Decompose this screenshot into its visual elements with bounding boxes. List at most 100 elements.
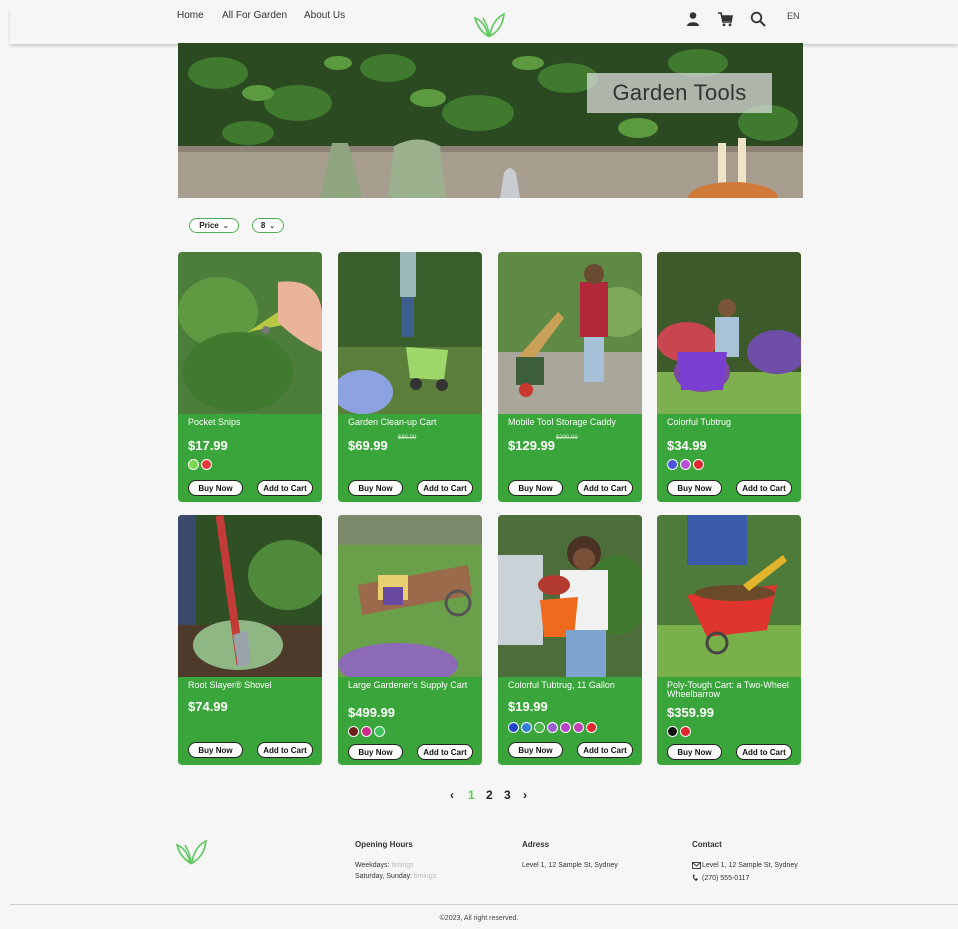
hero-title-box: Garden Tools — [587, 73, 772, 113]
product-image[interactable] — [657, 252, 801, 414]
product-card[interactable]: Mobile Tool Storage Caddy $129.99 $200.00 B… — [498, 252, 642, 502]
color-swatches — [188, 459, 212, 470]
color-swatch[interactable] — [560, 722, 571, 733]
product-name[interactable]: Pocket Snips — [188, 418, 316, 427]
next-page-button[interactable]: › — [523, 788, 527, 802]
product-image[interactable] — [178, 252, 322, 414]
user-icon[interactable] — [685, 11, 701, 27]
buy-now-button[interactable]: Buy Now — [348, 480, 403, 496]
product-name[interactable]: Root Slayer® Shovel — [188, 681, 316, 690]
product-name[interactable]: Mobile Tool Storage Caddy — [508, 418, 636, 427]
add-to-cart-button[interactable]: Add to Cart — [736, 480, 792, 496]
contact-phone[interactable]: (270) 555-0117 — [702, 875, 749, 882]
product-image[interactable] — [498, 252, 642, 414]
add-to-cart-button[interactable]: Add to Cart — [417, 744, 473, 760]
price-filter-label: Price — [199, 221, 219, 230]
buy-now-button[interactable]: Buy Now — [508, 480, 563, 496]
color-swatch[interactable] — [348, 726, 359, 737]
buy-now-button[interactable]: Buy Now — [667, 744, 722, 760]
color-swatch[interactable] — [361, 726, 372, 737]
product-image[interactable] — [657, 515, 801, 677]
cart-icon[interactable] — [717, 11, 733, 27]
price-filter[interactable]: Price ⌄ — [189, 218, 239, 233]
color-swatch[interactable] — [667, 726, 678, 737]
opening-hours-title: Opening Hours — [355, 840, 413, 849]
add-to-cart-button[interactable]: Add to Cart — [257, 480, 313, 496]
product-card[interactable]: Colorful Tubtrug, 11 Gallon $19.99 Buy Now… — [498, 515, 642, 765]
chevron-down-icon: ⌄ — [269, 222, 276, 230]
color-swatch[interactable] — [521, 722, 532, 733]
color-swatch[interactable] — [201, 459, 212, 470]
page-3-link[interactable]: 3 — [504, 788, 511, 802]
per-page-select[interactable]: 8 ⌄ — [252, 218, 284, 233]
address-title: Adress — [522, 840, 550, 849]
weekdays-row: Weekdays: timings — [355, 862, 414, 869]
product-image[interactable] — [498, 515, 642, 677]
nav-about-us[interactable]: About Us — [304, 10, 345, 21]
product-image[interactable] — [338, 252, 482, 414]
color-swatch[interactable] — [680, 459, 691, 470]
product-name[interactable]: Large Gardener's Supply Cart — [348, 681, 476, 690]
product-card[interactable]: Garden Clean-up Cart $69.99 $80.00 Buy Now A… — [338, 252, 482, 502]
product-price: $129.99 — [508, 438, 555, 453]
search-icon[interactable] — [750, 11, 766, 27]
buy-now-button[interactable]: Buy Now — [508, 742, 563, 758]
color-swatch[interactable] — [374, 726, 385, 737]
footer-leaf-logo-icon — [176, 839, 207, 865]
product-card[interactable]: Large Gardener's Supply Cart $499.99 Buy N… — [338, 515, 482, 765]
page-2-link[interactable]: 2 — [486, 788, 493, 802]
color-swatches — [667, 459, 704, 470]
color-swatch[interactable] — [188, 459, 199, 470]
product-image[interactable] — [338, 515, 482, 677]
color-swatch[interactable] — [534, 722, 545, 733]
product-price: $34.99 — [667, 438, 707, 453]
weekdays-value: timings — [391, 862, 414, 869]
buy-now-button[interactable]: Buy Now — [667, 480, 722, 496]
color-swatch[interactable] — [586, 722, 597, 733]
product-name[interactable]: Poly-Tough Cart: a Two-Wheel Wheelbarrow — [667, 681, 795, 699]
product-old-price: $80.00 — [398, 435, 417, 441]
weekdays-label: Weekdays: — [355, 862, 390, 869]
product-card[interactable]: Poly-Tough Cart: a Two-Wheel Wheelbarrow… — [657, 515, 801, 765]
color-swatch[interactable] — [667, 459, 678, 470]
product-image[interactable] — [178, 515, 322, 677]
buy-now-button[interactable]: Buy Now — [188, 480, 243, 496]
buy-now-button[interactable]: Buy Now — [348, 744, 403, 760]
color-swatches — [508, 722, 597, 733]
hero-banner: Garden Tools — [178, 43, 803, 198]
nav-all-for-garden[interactable]: All For Garden — [222, 10, 287, 21]
product-card[interactable]: Root Slayer® Shovel $74.99 Buy Now Add to C… — [178, 515, 322, 765]
buy-now-button[interactable]: Buy Now — [188, 742, 243, 758]
color-swatches — [667, 726, 691, 737]
product-name[interactable]: Colorful Tubtrug, 11 Gallon — [508, 681, 636, 690]
contact-address-row: Level 1, 12 Sample St, Sydney — [692, 862, 798, 869]
nav-home[interactable]: Home — [177, 10, 204, 21]
add-to-cart-button[interactable]: Add to Cart — [257, 742, 313, 758]
product-name[interactable]: Garden Clean-up Cart — [348, 418, 476, 427]
color-swatch[interactable] — [693, 459, 704, 470]
product-old-price: $200.00 — [556, 435, 578, 441]
prev-page-button[interactable]: ‹ — [450, 788, 454, 802]
contact-address: Level 1, 12 Sample St, Sydney — [702, 862, 798, 869]
address-text: Level 1, 12 Sample St, Sydney — [522, 862, 618, 869]
color-swatch[interactable] — [547, 722, 558, 733]
add-to-cart-button[interactable]: Add to Cart — [417, 480, 473, 496]
product-name[interactable]: Colorful Tubtrug — [667, 418, 795, 427]
add-to-cart-button[interactable]: Add to Cart — [736, 744, 792, 760]
leaf-logo-icon[interactable] — [474, 12, 506, 38]
product-price: $19.99 — [508, 699, 548, 714]
product-price: $17.99 — [188, 438, 228, 453]
add-to-cart-button[interactable]: Add to Cart — [577, 742, 633, 758]
page-1-link[interactable]: 1 — [468, 788, 475, 802]
product-price: $359.99 — [667, 705, 714, 720]
color-swatch[interactable] — [680, 726, 691, 737]
add-to-cart-button[interactable]: Add to Cart — [577, 480, 633, 496]
color-swatch[interactable] — [508, 722, 519, 733]
mail-icon — [692, 862, 701, 869]
weekend-value: timings — [414, 873, 437, 880]
color-swatches — [348, 726, 385, 737]
color-swatch[interactable] — [573, 722, 584, 733]
language-selector[interactable]: EN — [787, 11, 800, 21]
product-card[interactable]: Pocket Snips $17.99 Buy Now Add to Cart — [178, 252, 322, 502]
product-card[interactable]: Colorful Tubtrug $34.99 Buy Now Add to Cart — [657, 252, 801, 502]
